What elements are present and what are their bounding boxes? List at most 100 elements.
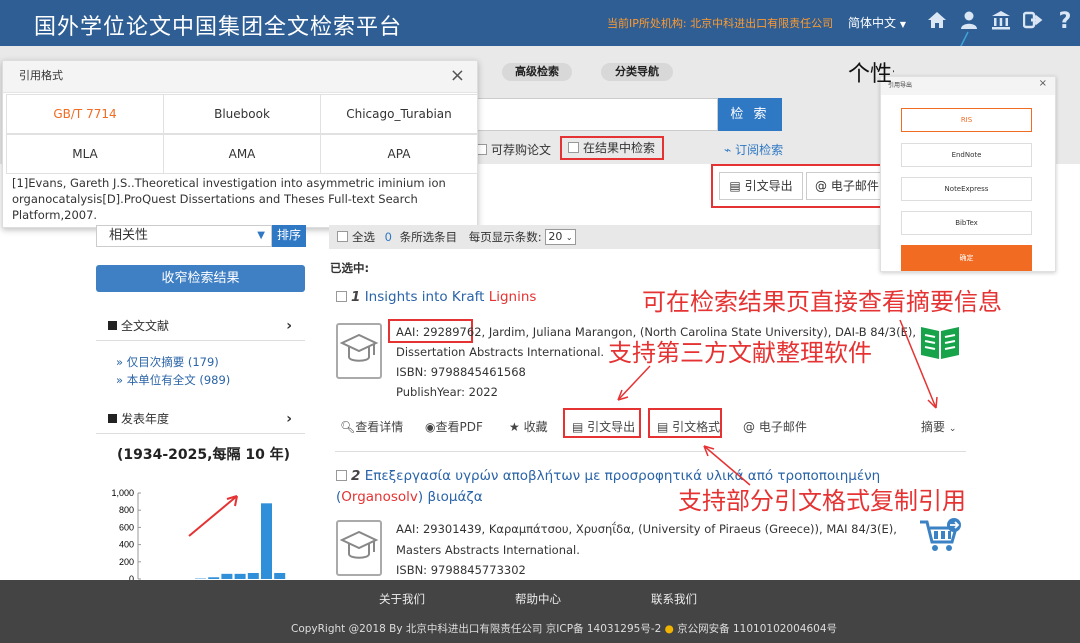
export-option-noteexpress[interactable]: NoteExpress [901,177,1032,201]
histogram-bar[interactable] [208,577,220,579]
y-tick-label: 1,000 [111,488,134,498]
at-icon: @ [815,179,827,193]
result-title-highlight: Lignins [488,289,537,305]
subscribe-search-link[interactable]: ⌁ 订阅检索 [724,141,783,158]
star-icon: ★ [509,420,520,434]
cart-icon [920,518,961,551]
export-option-bibtex[interactable]: BibTex [901,211,1032,235]
square-bullet-icon [108,414,117,423]
per-page-value: 20 [548,230,563,243]
y-tick-label: 400 [119,540,134,550]
chevron-right-icon: › [286,411,292,427]
result-checkbox[interactable] [336,470,347,481]
search-in-results-option[interactable]: 在结果中检索 [560,136,664,160]
logout-icon[interactable] [1022,10,1044,34]
result-number: 2 [351,468,361,484]
result-title-1[interactable]: 1 Insights into Kraft Lignins [336,289,536,305]
select-all-checkbox[interactable] [337,231,348,242]
y-tick-label: 200 [119,557,134,567]
category-nav-button[interactable]: 分类导航 [601,63,673,81]
export-popup-title: 引用导出 [881,77,1055,95]
sort-select[interactable]: 相关性 ▼ [96,225,272,247]
per-page-label: 每页显示条数: [468,230,542,244]
chevron-right-icon: › [286,318,292,334]
view-pdf-label: 查看PDF [435,420,483,434]
facet-item-abstract-only[interactable]: » 仅目次摘要 (179) [116,354,219,370]
top-export-button[interactable]: ▤ 引文导出 [719,172,803,200]
close-icon[interactable]: × [450,65,465,86]
search-input[interactable] [476,98,718,131]
facet-divider [96,340,305,341]
footer-help-link[interactable]: 帮助中心 [515,591,561,607]
histogram-bar[interactable] [221,573,233,579]
facet-item-has-fulltext[interactable]: » 本单位有全文 (989) [116,372,230,388]
result-title-post: ) βιομάζα [417,489,483,505]
rss-icon: ⌁ [724,143,732,157]
view-pdf-button[interactable]: ◉查看PDF [425,418,483,435]
search-icon: 🔍︎ [340,420,356,434]
cite-format-apa[interactable]: APA [320,134,478,174]
result-checkbox[interactable] [336,291,347,302]
site-title: 国外学位论文中国集团全文检索平台 [34,15,403,40]
y-tick-label: 800 [119,505,134,515]
help-icon[interactable]: ? [1054,10,1076,34]
result-title-highlight: Organosolv [341,489,418,505]
top-email-label: 电子邮件 [830,179,879,193]
advanced-search-button[interactable]: 高级检索 [502,63,572,81]
sort-value: 相关性 [109,228,149,243]
cite-popup-title: 引用格式 [3,61,477,93]
cite-format-chicago[interactable]: Chicago_Turabian [320,94,478,134]
search-in-results-checkbox[interactable] [568,142,579,153]
chevron-down-icon: ⌄ [948,424,957,434]
top-email-button[interactable]: @ 电子邮件 [806,172,884,200]
thesis-cap-icon [336,520,382,576]
footer-contact-link[interactable]: 联系我们 [651,591,697,607]
narrow-results-button[interactable]: 收窄检索结果 [96,265,305,292]
facet-fulltext-header[interactable]: 全文文献 › [108,316,298,336]
facet-fulltext-label: 全文文献 [121,319,170,333]
export-confirm-button[interactable]: 确定 [901,245,1032,271]
facet-year-header[interactable]: 发表年度 › [108,409,298,429]
year-range-label: (1934-2025,每隔 10 年) [117,447,291,463]
subscribe-label: 订阅检索 [735,143,784,157]
result-source: Masters Abstracts International. [396,543,580,557]
search-in-results-label: 在结果中检索 [583,141,656,155]
histogram-bar[interactable] [247,572,259,579]
facet-item-count: (179) [187,355,219,369]
annotation-cite-copy: 支持部分引文格式复制引用 [678,487,966,515]
cite-format-mla[interactable]: MLA [6,134,164,174]
close-icon[interactable]: × [1039,78,1047,89]
result-number: 1 [351,289,361,305]
institution-icon[interactable] [990,10,1012,34]
annotation-arrows [617,319,938,486]
histogram-bar[interactable] [261,503,272,579]
selected-items-label: 已选中: [330,261,370,275]
result-title-text: Insights into Kraft [364,289,489,305]
cite-format-bluebook[interactable]: Bluebook [163,94,321,134]
view-details-button[interactable]: 🔍︎查看详情 [340,418,403,435]
cite-format-popup: 引用格式 × GB/T 7714 Bluebook Chicago_Turabi… [2,60,478,228]
export-option-endnote[interactable]: EndNote [901,143,1032,167]
export-option-ris[interactable]: RIS [901,108,1032,132]
language-label: 简体中文 [848,16,897,30]
per-page-select[interactable]: 20 ⌄ [545,229,576,245]
citation-text[interactable]: [1]Evans, Gareth J.S..Theoretical invest… [12,175,472,223]
sort-button[interactable]: 排序 [272,225,306,247]
cite-format-ama[interactable]: AMA [163,134,321,174]
annotation-abstract-view: 可在检索结果页直接查看摘要信息 [642,288,1002,316]
police-badge-icon: ● [664,623,674,635]
footer-about-link[interactable]: 关于我们 [379,591,425,607]
result-year: PublishYear: 2022 [396,385,498,399]
language-selector[interactable]: 简体中文 ▼ [848,14,906,31]
facet-item-count: (989) [199,373,231,387]
purchasable-option[interactable]: 可荐购论文 [476,141,551,158]
cite-format-gbt[interactable]: GB/T 7714 [6,94,164,134]
chevron-down-icon: ▼ [257,230,265,241]
facet-item-label: » 仅目次摘要 [116,355,185,369]
histogram-bar[interactable] [274,572,286,579]
result-authors-line: AAI: 29289762, Jardim, Juliana Marangon,… [396,325,916,339]
favorite-button[interactable]: ★ 收藏 [509,418,548,435]
histogram-bar[interactable] [234,573,246,579]
search-button[interactable]: 检 索 [718,98,782,131]
home-icon[interactable] [926,10,948,34]
